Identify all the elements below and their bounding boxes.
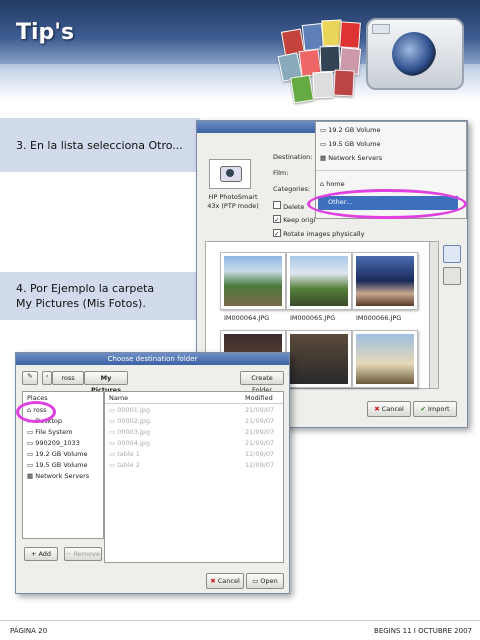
highlight-ring-other xyxy=(307,189,467,219)
camera-name: HP PhotoSmart 43x (PTP mode) xyxy=(207,193,259,210)
photo-thumbnail[interactable] xyxy=(352,330,418,388)
photo-label: IM000064.JPG xyxy=(224,314,270,322)
file-row-date: 21/09/07 xyxy=(245,406,275,414)
modified-column-header[interactable]: Modified xyxy=(245,394,273,402)
choose-folder-title: Choose destination folder xyxy=(107,355,198,363)
edit-path-icon[interactable]: ✎ xyxy=(22,371,38,385)
highlight-ring-ross xyxy=(16,401,56,423)
file-list: Name Modified ▭ 00001.jpg 21/09/07 ▭ 000… xyxy=(104,391,284,563)
file-row-date: 21/09/07 xyxy=(245,439,275,447)
create-folder-button[interactable]: Create Folder xyxy=(240,371,284,394)
path-button-my-pictures[interactable]: My Pictures xyxy=(84,371,128,394)
keep-original-checkbox[interactable]: ✓ Keep origi xyxy=(273,215,316,224)
refresh-icon[interactable] xyxy=(443,245,461,263)
file-row-date: 12/09/07 xyxy=(245,450,275,458)
delete-checkbox[interactable]: Delete xyxy=(273,201,304,211)
file-row[interactable]: ▭ table 2 xyxy=(109,461,140,469)
place-vol-19-2[interactable]: ▭ 19.2 GB Volume xyxy=(27,450,88,458)
rotate-checkbox[interactable]: ✓ Rotate images physically xyxy=(273,229,364,238)
path-back-icon[interactable]: ‹ xyxy=(42,371,52,385)
place-filesystem[interactable]: ▭ File System xyxy=(27,428,72,436)
trash-icon[interactable] xyxy=(443,267,461,285)
place-990209[interactable]: ▭ 990209_1033 xyxy=(27,439,80,447)
file-row[interactable]: ▭ 00004.jpg xyxy=(109,439,150,447)
choose-cancel-button[interactable]: ✖ Cancel xyxy=(206,573,244,589)
remove-place-button[interactable]: − Remove xyxy=(64,547,102,561)
camera-flash xyxy=(372,24,390,34)
place-vol-19-5[interactable]: ▭ 19.5 GB Volume xyxy=(27,461,88,469)
file-row[interactable]: ▭ 00003.jpg xyxy=(109,428,150,436)
page-title: Tip's xyxy=(16,20,75,45)
place-network[interactable]: ▦ Network Servers xyxy=(27,472,89,480)
photo-scrollbar[interactable] xyxy=(429,241,439,389)
photo-thumbnail[interactable] xyxy=(286,330,352,388)
footer-divider xyxy=(0,620,480,621)
photo-thumbnail[interactable] xyxy=(286,252,352,310)
path-button-ross[interactable]: ross xyxy=(52,371,84,385)
dropdown-item-home[interactable]: ⌂ home xyxy=(320,180,345,188)
import-cancel-button[interactable]: ✖ Cancel xyxy=(367,401,411,417)
import-button[interactable]: ✔ Import xyxy=(413,401,457,417)
destination-label: Destination: xyxy=(273,153,313,161)
add-place-button[interactable]: + Add xyxy=(24,547,58,561)
choose-folder-dialog: Choose destination folder ✎ ‹ ross My Pi… xyxy=(15,352,290,594)
choose-folder-titlebar: Choose destination folder xyxy=(16,353,289,365)
callout-step4-line2: My Pictures (Mis Fotos). xyxy=(16,297,146,310)
film-label: Film: xyxy=(273,169,289,177)
file-row[interactable]: ▭ 00001.jpg xyxy=(109,406,150,414)
photo-label: IM000065.JPG xyxy=(290,314,336,322)
categories-label: Categories: xyxy=(273,185,311,193)
photo-thumbnail[interactable] xyxy=(352,252,418,310)
file-row[interactable]: ▭ table 1 xyxy=(109,450,140,458)
file-row-date: 21/09/07 xyxy=(245,428,275,436)
file-row-date: 12/09/07 xyxy=(245,461,275,469)
footer-issue: BEGINS 11 I OCTUBRE 2007 xyxy=(374,627,472,635)
photo-thumbnail[interactable] xyxy=(220,252,286,310)
name-column-header[interactable]: Name xyxy=(109,394,128,402)
dropdown-item-network[interactable]: ▦ Network Servers xyxy=(320,154,382,162)
callout-step3: 3. En la lista selecciona Otro... xyxy=(16,139,183,152)
file-row-date: 21/09/07 xyxy=(245,417,275,425)
camera-icon[interactable] xyxy=(209,159,251,189)
dropdown-item-volume-19-5[interactable]: ▭ 19.5 GB Volume xyxy=(320,140,381,148)
camera-lens xyxy=(392,32,436,76)
callout-step4-line1: 4. Por Ejemplo la carpeta xyxy=(16,282,155,295)
file-row[interactable]: ▭ 00002.jpg xyxy=(109,417,150,425)
dropdown-item-volume-19-2[interactable]: ▭ 19.2 GB Volume xyxy=(320,126,381,134)
photo-label: IM000066.JPG xyxy=(356,314,402,322)
footer-page-number: PÁGINA 20 xyxy=(10,627,48,635)
open-button[interactable]: ▭ Open xyxy=(246,573,284,589)
